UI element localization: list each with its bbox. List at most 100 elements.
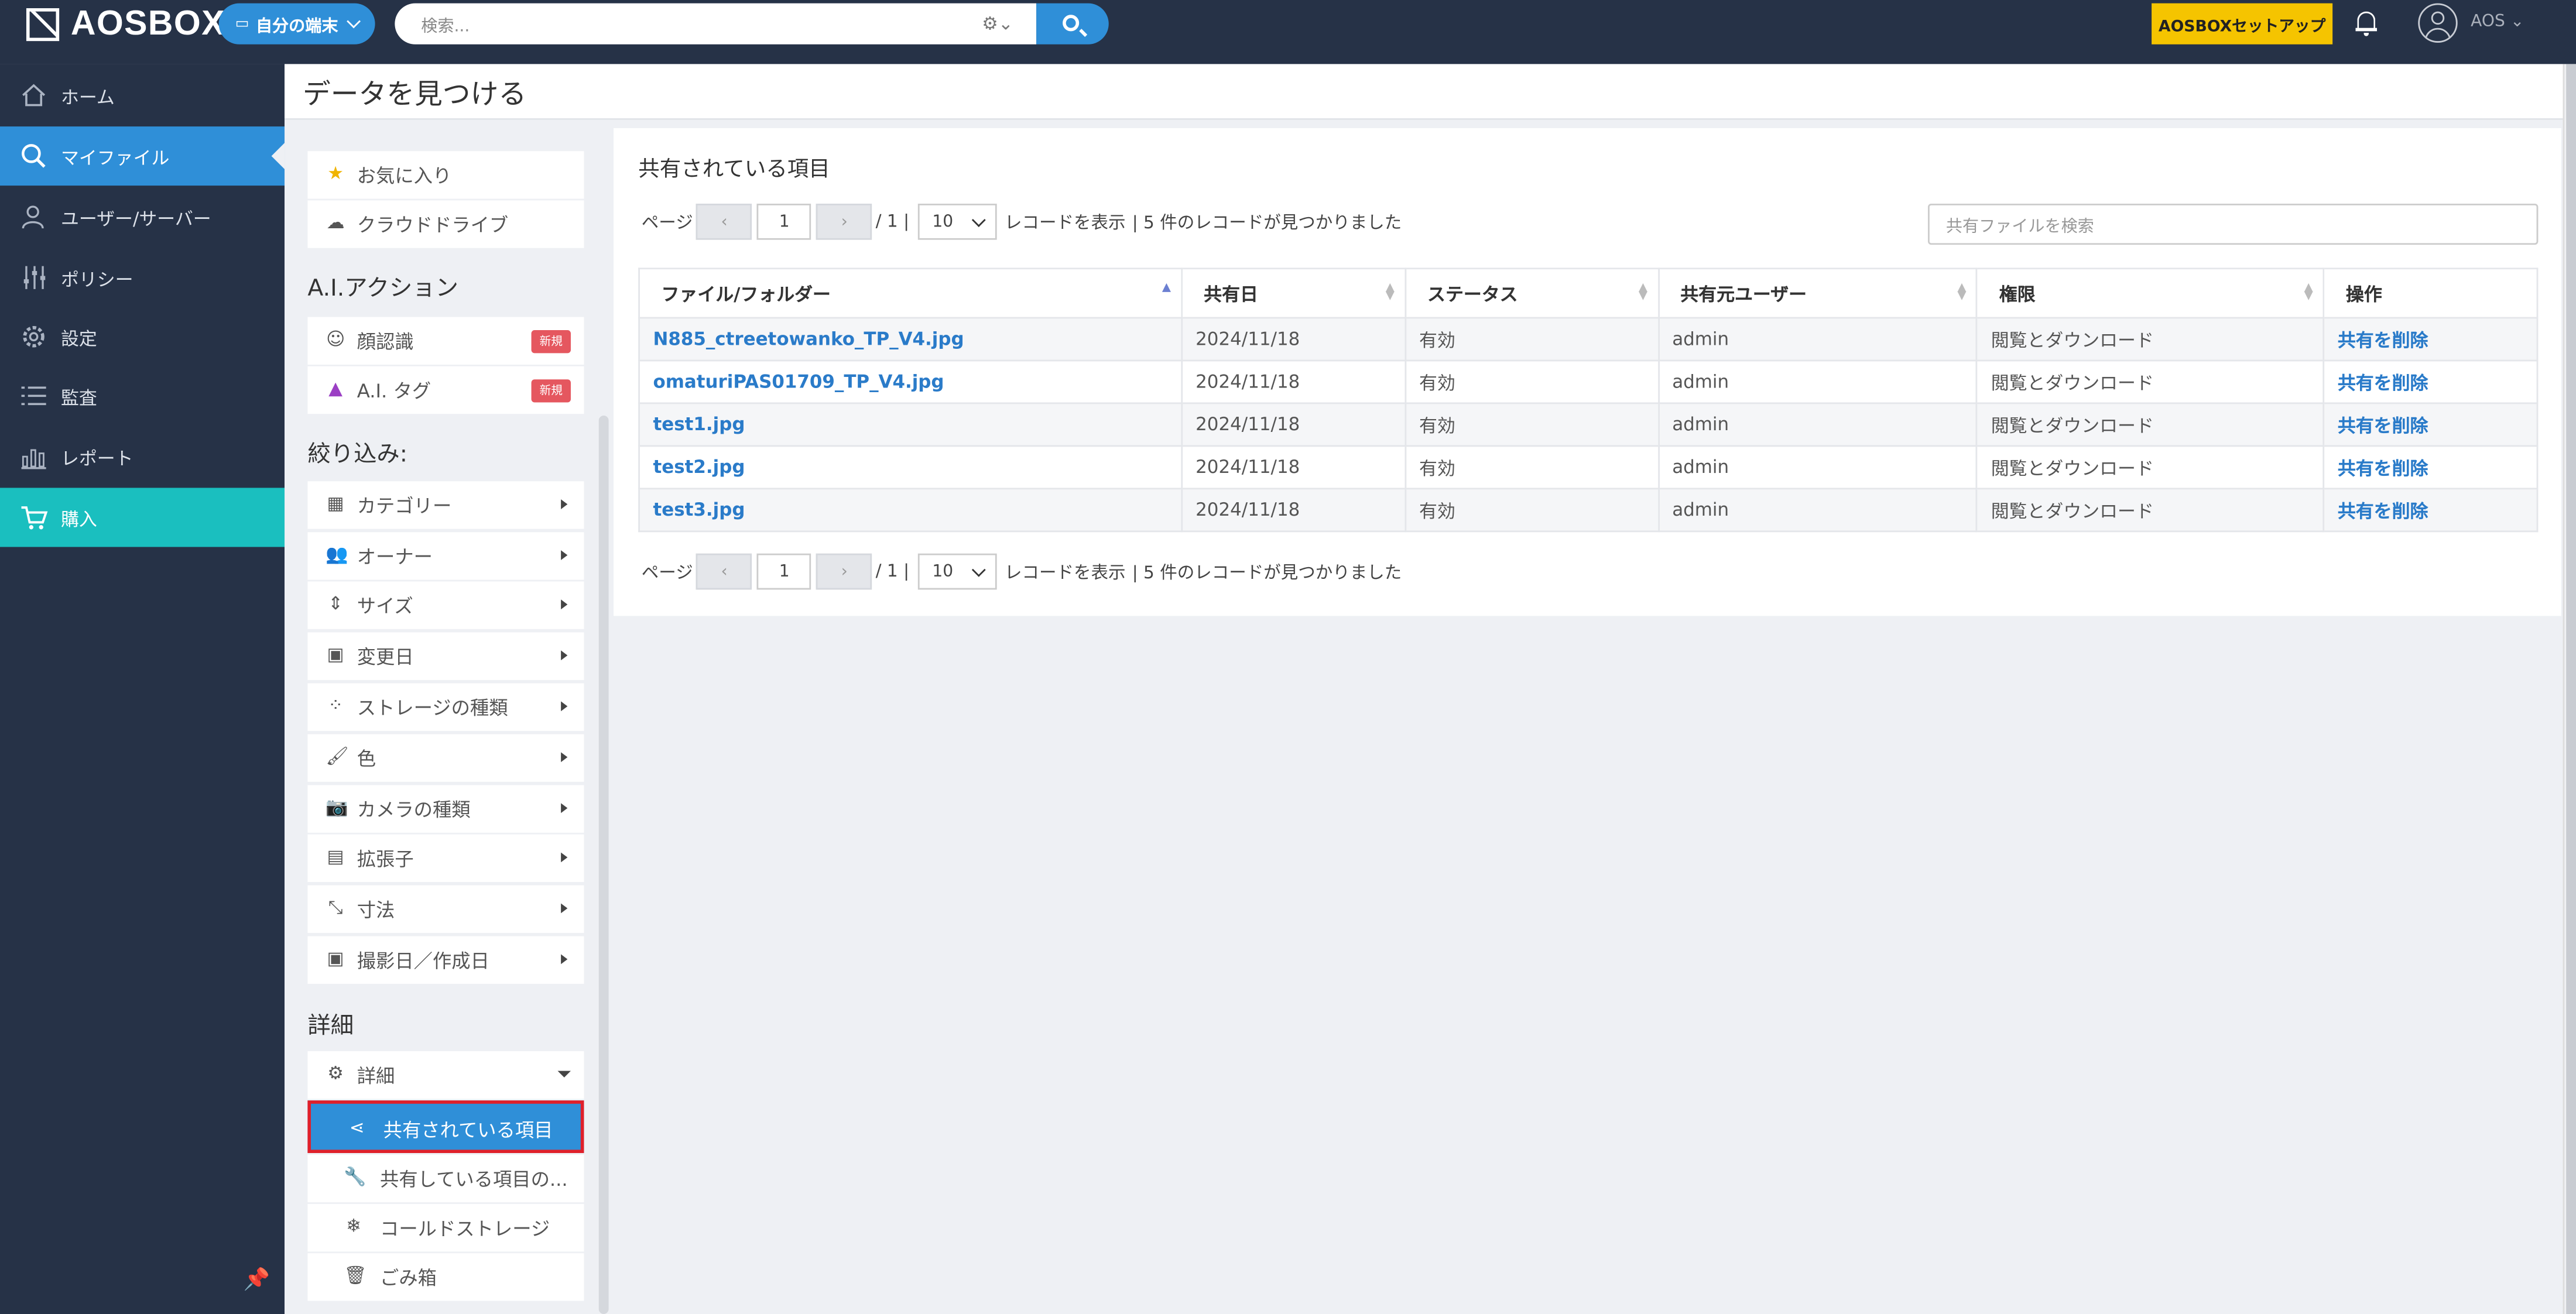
column-label: 操作 <box>2345 283 2382 305</box>
camera-icon: 📷 <box>326 797 348 818</box>
page-number-input[interactable]: 1 <box>757 203 812 240</box>
next-page-button[interactable]: › <box>816 553 872 590</box>
sidebar-item-home[interactable]: ホーム <box>0 66 285 125</box>
sidebar-item-my-files[interactable]: マイファイル <box>0 126 285 186</box>
new-badge: 新規 <box>531 330 571 354</box>
gear-icon: ⚙ <box>327 1062 344 1085</box>
shared-file-search-input[interactable]: 共有ファイルを検索 <box>1927 203 2539 245</box>
ai-tag-item[interactable]: ▲ A.I. タグ 新規 <box>307 366 584 414</box>
avatar[interactable] <box>2418 3 2458 43</box>
chevron-down-icon <box>347 14 361 29</box>
chevron-right-icon <box>561 752 568 763</box>
owner-cell: admin <box>1657 402 1978 447</box>
filter-size[interactable]: ⇕ サイズ <box>307 581 584 629</box>
per-page-select[interactable]: 10 <box>917 553 996 590</box>
permission-cell: 閲覧とダウンロード <box>1976 488 2325 533</box>
page-title: データを見つける <box>302 78 527 112</box>
column-header-permission[interactable]: 権限 ▲ ▼ <box>1976 267 2325 319</box>
ai-actions-heading: A.I.アクション <box>307 276 458 303</box>
table-row: N885_ctreetowanko_TP_V4.jpg 2024/11/18 有… <box>638 317 2539 362</box>
scrollbar-thumb[interactable] <box>2566 64 2576 1314</box>
device-selector-button[interactable]: ▭ 自分の端末 <box>218 3 375 44</box>
status-cell: 有効 <box>1404 359 1659 404</box>
app-window: AOSBOX ▭ 自分の端末 検索... ⚙⌄ AOSBOXセットアップ AOS… <box>0 0 2576 1314</box>
search-placeholder: 検索... <box>421 18 470 36</box>
cloud-drive-label: クラウドドライブ <box>357 213 509 237</box>
column-header-shared-date[interactable]: 共有日 ▲ ▼ <box>1180 267 1406 319</box>
column-header-file[interactable]: ファイル/フォルダー ▲ <box>638 267 1183 319</box>
remove-share-link[interactable]: 共有を削除 <box>2322 488 2539 533</box>
sharing-items-link[interactable]: 🔧 共有している項目の... <box>307 1154 584 1203</box>
remove-share-link[interactable]: 共有を削除 <box>2322 359 2539 404</box>
detail-toggle[interactable]: ⚙ 詳細 <box>307 1051 584 1099</box>
image-file-icon: ▤ <box>327 846 344 867</box>
filter-storage-type[interactable]: ⁘ ストレージの種類 <box>307 683 584 731</box>
grid-icon: ▦ <box>327 492 344 514</box>
user-menu[interactable]: AOS ⌄ <box>2471 13 2524 31</box>
sidebar-item-label: ポリシー <box>60 269 133 291</box>
prev-page-button[interactable]: ‹ <box>696 203 752 240</box>
sidebar-item-settings[interactable]: 設定 <box>0 307 285 366</box>
status-cell: 有効 <box>1404 402 1659 447</box>
pin-icon[interactable]: 📌 <box>244 1268 270 1292</box>
sidebar-item-purchase[interactable]: 購入 <box>0 488 285 547</box>
filter-label: オーナー <box>357 545 433 568</box>
chevron-right-icon <box>561 701 568 712</box>
filter-heading: 絞り込み: <box>307 441 408 468</box>
show-records-label: レコードを表示 <box>1004 212 1126 233</box>
next-page-button[interactable]: › <box>816 203 872 240</box>
filter-label: 色 <box>357 747 376 771</box>
shared-items-link[interactable]: ⋖ 共有されている項目 <box>307 1100 584 1153</box>
filter-extension[interactable]: ▤ 拡張子 <box>307 834 584 882</box>
shared-date-cell: 2024/11/18 <box>1180 402 1406 447</box>
filter-label: 寸法 <box>357 898 395 922</box>
sidebar-item-report[interactable]: レポート <box>0 427 285 486</box>
sidebar-item-audit[interactable]: 監査 <box>0 366 285 426</box>
show-records-label: レコードを表示 <box>1004 562 1126 582</box>
cloud-drive-item[interactable]: ☁ クラウドドライブ <box>307 200 584 248</box>
cold-storage-link[interactable]: ❄ コールドストレージ <box>307 1203 584 1252</box>
column-header-owner[interactable]: 共有元ユーザー ▲ ▼ <box>1657 267 1978 319</box>
remove-share-link[interactable]: 共有を削除 <box>2322 317 2539 362</box>
pagination-top: ページ ‹ 1 › / 1 | 10 レコードを表示 | 5 件のレコードが見つ… <box>638 203 1405 240</box>
prev-page-button[interactable]: ‹ <box>696 553 752 590</box>
snowflake-icon: ❄ <box>346 1215 362 1237</box>
search-options-gear-icon[interactable]: ⚙⌄ <box>982 13 1013 34</box>
filter-color[interactable]: 🖌 色 <box>307 734 584 782</box>
trash-link[interactable]: 🗑 ごみ箱 <box>307 1253 584 1301</box>
filter-dimensions[interactable]: ⤡ 寸法 <box>307 885 584 933</box>
setup-button[interactable]: AOSBOXセットアップ <box>2152 3 2333 44</box>
filter-category[interactable]: ▦ カテゴリー <box>307 481 584 529</box>
filter-modified-date[interactable]: ▣ 変更日 <box>307 632 584 680</box>
global-search-input[interactable]: 検索... ⚙⌄ <box>395 3 1037 44</box>
per-page-select[interactable]: 10 <box>917 203 996 240</box>
sidebar-item-policy[interactable]: ポリシー <box>0 248 285 307</box>
chevron-right-icon <box>561 550 568 560</box>
file-name-link[interactable]: N885_ctreetowanko_TP_V4.jpg <box>638 317 1183 362</box>
filter-owner[interactable]: 👥 オーナー <box>307 532 584 580</box>
file-name-link[interactable]: test1.jpg <box>638 402 1183 447</box>
new-badge: 新規 <box>531 379 571 403</box>
permission-cell: 閲覧とダウンロード <box>1976 359 2325 404</box>
face-recognition-item[interactable]: ☺ 顔認識 新規 <box>307 317 584 365</box>
sidebar-item-users-servers[interactable]: ユーザー/サーバー <box>0 187 285 246</box>
bell-icon[interactable] <box>2355 10 2378 36</box>
file-name-link[interactable]: test2.jpg <box>638 445 1183 490</box>
page-scrollbar[interactable] <box>2563 64 2576 1314</box>
left-panel-scrollbar[interactable] <box>598 415 609 1314</box>
search-button[interactable] <box>1036 3 1109 44</box>
logo[interactable]: AOSBOX <box>26 5 225 43</box>
page-number-input[interactable]: 1 <box>757 553 812 590</box>
cloud-icon: ☁ <box>326 212 345 234</box>
sliders-icon <box>23 266 46 289</box>
filter-capture-date[interactable]: ▣ 撮影日／作成日 <box>307 936 584 984</box>
favorites-item[interactable]: ★ お気に入り <box>307 151 584 199</box>
file-name-link[interactable]: omaturiPAS01709_TP_V4.jpg <box>638 359 1183 404</box>
sort-icon: ▲ ▼ <box>1385 280 1395 303</box>
owner-cell: admin <box>1657 359 1978 404</box>
file-name-link[interactable]: test3.jpg <box>638 488 1183 533</box>
filter-camera-type[interactable]: 📷 カメラの種類 <box>307 785 584 833</box>
remove-share-link[interactable]: 共有を削除 <box>2322 402 2539 447</box>
remove-share-link[interactable]: 共有を削除 <box>2322 445 2539 490</box>
column-header-status[interactable]: ステータス ▲ ▼ <box>1404 267 1659 319</box>
